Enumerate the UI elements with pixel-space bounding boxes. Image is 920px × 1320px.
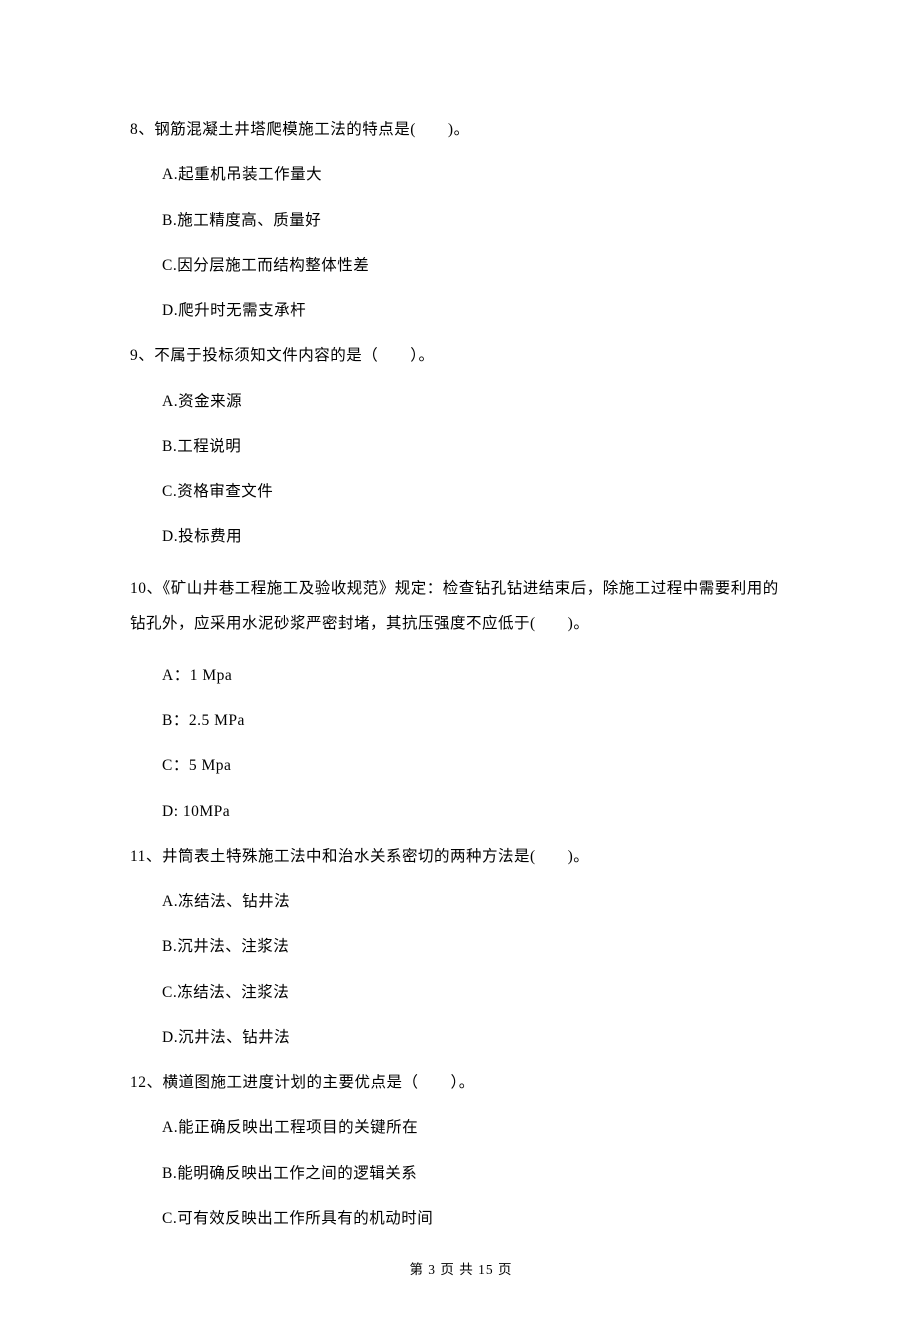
question-number: 11、 — [130, 848, 162, 865]
question-number: 8、 — [130, 121, 154, 138]
option-b: B.沉井法、注浆法 — [130, 935, 792, 958]
option-a: A.能正确反映出工程项目的关键所在 — [130, 1116, 792, 1139]
option-b: B.能明确反映出工作之间的逻辑关系 — [130, 1162, 792, 1185]
option-b: B：2.5 MPa — [130, 709, 792, 732]
question-9: 9、不属于投标须知文件内容的是（ ）。 A.资金来源 B.工程说明 C.资格审查… — [130, 344, 792, 548]
option-d: D.投标费用 — [130, 525, 792, 548]
question-text: 12、横道图施工进度计划的主要优点是（ ）。 — [130, 1071, 792, 1094]
option-d: D: 10MPa — [130, 800, 792, 823]
question-text: 8、钢筋混凝土井塔爬模施工法的特点是( )。 — [130, 118, 792, 141]
option-c: C.冻结法、注浆法 — [130, 981, 792, 1004]
option-b: B.工程说明 — [130, 435, 792, 458]
page-content: 8、钢筋混凝土井塔爬模施工法的特点是( )。 A.起重机吊装工作量大 B.施工精… — [0, 0, 920, 1320]
page-footer: 第 3 页 共 15 页 — [130, 1260, 792, 1280]
question-number: 10、 — [130, 580, 163, 597]
option-c: C：5 Mpa — [130, 754, 792, 777]
option-c: C.可有效反映出工作所具有的机动时间 — [130, 1207, 792, 1230]
question-text: 11、井筒表土特殊施工法中和治水关系密切的两种方法是( )。 — [130, 845, 792, 868]
option-a: A.资金来源 — [130, 390, 792, 413]
question-number: 12、 — [130, 1074, 163, 1091]
question-8: 8、钢筋混凝土井塔爬模施工法的特点是( )。 A.起重机吊装工作量大 B.施工精… — [130, 118, 792, 322]
question-stem: 井筒表土特殊施工法中和治水关系密切的两种方法是( )。 — [162, 848, 589, 865]
option-d: D.沉井法、钻井法 — [130, 1026, 792, 1049]
question-stem: 不属于投标须知文件内容的是（ ）。 — [154, 347, 434, 364]
question-text: 9、不属于投标须知文件内容的是（ ）。 — [130, 344, 792, 367]
question-number: 9、 — [130, 347, 154, 364]
option-a: A.冻结法、钻井法 — [130, 890, 792, 913]
question-stem: 钢筋混凝土井塔爬模施工法的特点是( )。 — [154, 121, 469, 138]
question-text: 10、《矿山井巷工程施工及验收规范》规定：检查钻孔钻进结束后，除施工过程中需要利… — [130, 571, 792, 642]
question-12: 12、横道图施工进度计划的主要优点是（ ）。 A.能正确反映出工程项目的关键所在… — [130, 1071, 792, 1230]
question-stem: 《矿山井巷工程施工及验收规范》规定：检查钻孔钻进结束后，除施工过程中需要利用的钻… — [130, 580, 779, 633]
question-10: 10、《矿山井巷工程施工及验收规范》规定：检查钻孔钻进结束后，除施工过程中需要利… — [130, 571, 792, 823]
option-a: A.起重机吊装工作量大 — [130, 163, 792, 186]
question-11: 11、井筒表土特殊施工法中和治水关系密切的两种方法是( )。 A.冻结法、钻井法… — [130, 845, 792, 1049]
option-d: D.爬升时无需支承杆 — [130, 299, 792, 322]
option-b: B.施工精度高、质量好 — [130, 209, 792, 232]
option-c: C.资格审查文件 — [130, 480, 792, 503]
question-stem: 横道图施工进度计划的主要优点是（ ）。 — [163, 1074, 475, 1091]
option-c: C.因分层施工而结构整体性差 — [130, 254, 792, 277]
option-a: A：1 Mpa — [130, 664, 792, 687]
